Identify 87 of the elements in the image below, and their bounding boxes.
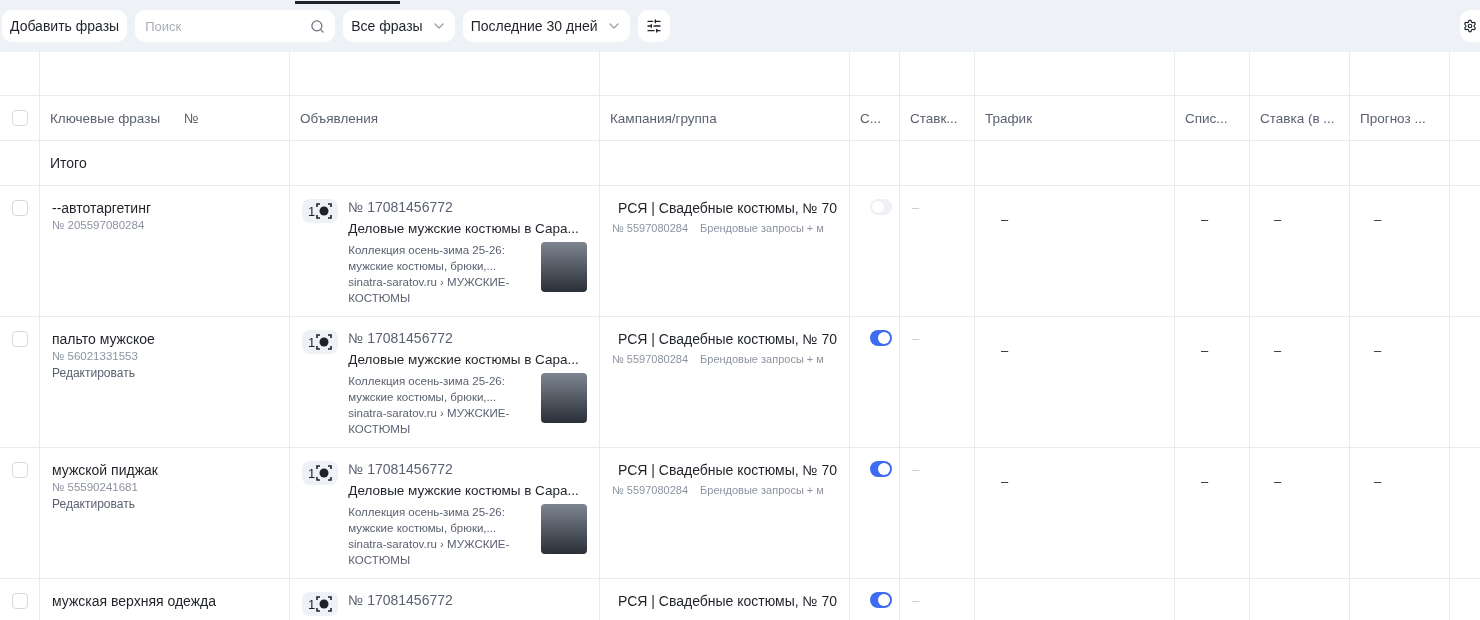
ad-text: Коллекция осень-зима 25-26: мужские костюмы, брюки,... (348, 374, 506, 405)
phrase-number: № 205597080284 (52, 219, 146, 231)
traffic-value: – (1001, 474, 1009, 489)
bid-value: – (1274, 212, 1282, 227)
period-dropdown[interactable]: Последние 30 дней (462, 10, 630, 42)
toggle-switch[interactable] (870, 592, 892, 608)
ad-title[interactable]: Деловые мужские костюмы в Сара... (348, 221, 579, 236)
forecast-value: – (1374, 343, 1382, 358)
campaign-name[interactable]: РСЯ | Свадебные костюмы, № 70 (618, 462, 838, 478)
spend-value: – (1201, 474, 1209, 489)
add-phrases-button[interactable]: Добавить фразы (2, 10, 128, 42)
column-header[interactable]: Ставк... (910, 110, 964, 126)
forecast-value: – (1374, 474, 1382, 489)
keyword-phrase: --автотаргетинг (52, 200, 152, 216)
ad-count-badge[interactable]: 1 (302, 592, 339, 616)
target-icon (316, 596, 333, 612)
keyword-phrase: мужская верхняя одежда (52, 593, 218, 609)
row-checkbox[interactable] (12, 462, 28, 478)
search-field[interactable]: Поиск (135, 10, 336, 42)
campaign-number: № 5597080284 (612, 353, 689, 365)
bid-value: – (1274, 474, 1282, 489)
filters-button[interactable] (637, 10, 670, 42)
target-icon (316, 334, 333, 350)
campaign-name[interactable]: РСЯ | Свадебные костюмы, № 70 (618, 331, 838, 347)
ad-number: № 17081456772 (348, 461, 454, 477)
target-icon (316, 203, 333, 219)
group-name: Брендовые запросы + м (700, 353, 824, 365)
settings-button[interactable] (1460, 10, 1480, 42)
ad-count-badge[interactable]: 1 (302, 330, 339, 354)
group-name: Брендовые запросы + м (700, 484, 824, 496)
keyword-phrase: мужской пиджак (52, 462, 159, 478)
spend-value: – (1201, 212, 1209, 227)
column-header[interactable]: Спис... (1185, 110, 1239, 126)
select-all-checkbox[interactable] (12, 110, 28, 126)
column-header[interactable]: Трафик (985, 110, 1164, 126)
row-checkbox[interactable] (12, 593, 28, 609)
column-header[interactable]: № (184, 110, 199, 126)
keyword-phrase: пальто мужское (52, 331, 156, 347)
ad-url: sinatra-saratov.ru › МУЖСКИЕ-КОСТЮМЫ (348, 537, 511, 568)
row-checkbox[interactable] (12, 331, 28, 347)
forecast-value: – (1374, 212, 1382, 227)
bid-value: – (912, 462, 920, 477)
search-icon (310, 19, 326, 34)
column-header[interactable]: Прогноз ... (1360, 110, 1439, 126)
row-checkbox[interactable] (12, 200, 28, 216)
column-header[interactable]: С... (860, 110, 889, 126)
sliders-icon (645, 18, 662, 34)
ad-number: № 17081456772 (348, 199, 454, 215)
settings-icon (1463, 19, 1477, 33)
campaign-number: № 5597080284 (612, 484, 689, 496)
campaign-name[interactable]: РСЯ | Свадебные костюмы, № 70 (618, 593, 838, 609)
column-header[interactable]: Ключевые фразы (50, 110, 161, 126)
ad-title[interactable]: Деловые мужские костюмы в Сара... (348, 352, 579, 367)
column-header[interactable]: Объявления (300, 110, 589, 126)
ad-text: Коллекция осень-зима 25-26: мужские костюмы, брюки,... (348, 243, 506, 274)
ad-number: № 17081456772 (348, 592, 453, 608)
ad-count-badge[interactable]: 1 (302, 461, 339, 485)
ad-number: № 17081456772 (348, 330, 454, 346)
target-icon (316, 465, 333, 481)
traffic-value: – (1001, 343, 1009, 358)
ad-count-badge[interactable]: 1 (302, 199, 339, 223)
column-header[interactable]: Ставка (в ... (1260, 110, 1339, 126)
phrase-number: № 56021331553 (52, 350, 139, 362)
edit-link[interactable]: Редактировать (52, 497, 277, 511)
bid-value: – (1274, 343, 1282, 358)
bid-value: – (912, 200, 920, 215)
bid-value: – (912, 331, 920, 346)
photo-placeholder (541, 373, 587, 423)
ad-text: Коллекция осень-зима 25-26: мужские костюмы, брюки,... (348, 505, 506, 536)
total-label: Итого (50, 155, 88, 171)
photo-placeholder (541, 242, 587, 292)
toggle-switch[interactable] (870, 461, 892, 477)
phrase-number: № 55590241681 (52, 481, 139, 493)
group-name: Брендовые запросы + м (700, 222, 824, 234)
photo-placeholder (541, 504, 587, 554)
campaign-number: № 5597080284 (612, 222, 689, 234)
toggle-switch[interactable] (870, 330, 892, 346)
bid-value: – (912, 593, 920, 608)
column-header[interactable]: Кампания/группа (610, 110, 839, 126)
phrases-filter-dropdown[interactable]: Все фразы (343, 10, 455, 42)
ad-url: sinatra-saratov.ru › МУЖСКИЕ-КОСТЮМЫ (348, 275, 511, 306)
traffic-value: – (1001, 212, 1009, 227)
ad-url: sinatra-saratov.ru › МУЖСКИЕ-КОСТЮМЫ (348, 406, 511, 437)
ad-title[interactable]: Деловые мужские костюмы в Сара... (348, 483, 579, 498)
spend-value: – (1201, 343, 1209, 358)
campaign-name[interactable]: РСЯ | Свадебные костюмы, № 70 (618, 200, 838, 216)
edit-link[interactable]: Редактировать (52, 366, 277, 380)
